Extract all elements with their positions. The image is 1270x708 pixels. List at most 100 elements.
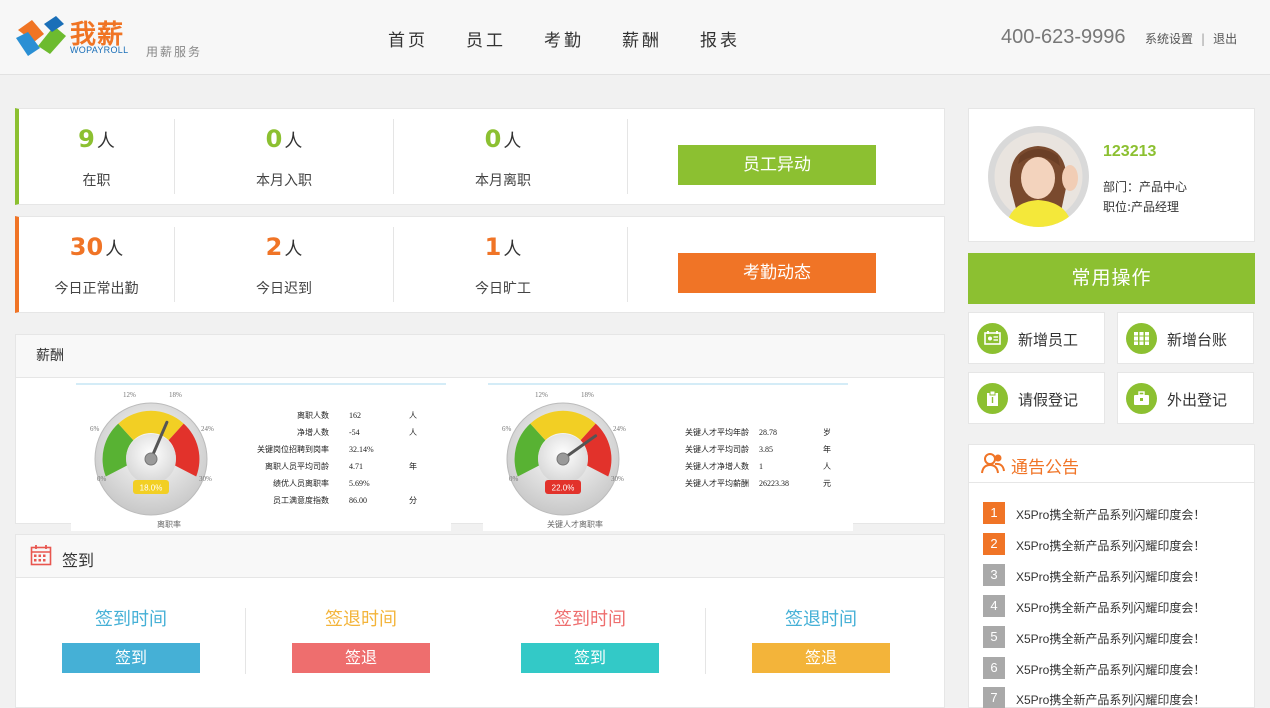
common-ops-title: 常用操作	[968, 253, 1255, 304]
gauge-tick: 24%	[201, 425, 214, 433]
outing-register-button[interactable]: 外出登记	[1117, 372, 1254, 424]
stats-value: 28.78	[759, 428, 777, 437]
notice-text: X5Pro携全新产品系列闪耀印度会！	[1016, 570, 1206, 584]
op-label: 外出登记	[1167, 391, 1228, 409]
stats-value: 4.71	[349, 462, 363, 471]
notice-index: 3	[983, 564, 1005, 586]
nav-report[interactable]: 报表	[700, 26, 740, 51]
circle-badge	[977, 323, 1008, 354]
sign-in-button[interactable]: 签到	[521, 643, 659, 673]
stats-key: 员工满意度指数	[273, 496, 329, 505]
stat-unit: 人	[284, 131, 303, 152]
notice-index: 1	[983, 502, 1005, 524]
salary-panel: 薪酬 18.0% 0% 6% 12% 18% 24% 30% 离职率 离职人数 …	[15, 334, 945, 531]
stats-value: 5.69%	[349, 479, 370, 488]
divider	[627, 119, 628, 194]
gauge-readout: 18.0%	[140, 484, 163, 493]
ledger-icon	[1134, 332, 1149, 345]
stat-label: 今日旷工	[475, 281, 531, 297]
notice-text: X5Pro携全新产品系列闪耀印度会！	[1016, 539, 1206, 553]
stats-unit: 岁	[823, 428, 831, 437]
circle-badge	[1126, 323, 1157, 354]
stats-key: 离职人员平均司龄	[265, 462, 329, 471]
notice-text: X5Pro携全新产品系列闪耀印度会！	[1016, 693, 1206, 707]
notice-title: 通告公告	[1011, 458, 1079, 478]
stat-label: 本月离职	[475, 173, 531, 189]
avatar[interactable]	[988, 126, 1089, 227]
circle-badge	[1126, 383, 1157, 414]
gauge-panel-topline	[488, 383, 848, 385]
stat-normal-attendance: 30 人 今日正常出勤	[19, 217, 174, 314]
gauge-tick: 0%	[509, 475, 519, 483]
main-nav: 首页 员工 考勤 薪酬 报表	[388, 26, 778, 51]
nav-attendance[interactable]: 考勤	[544, 26, 584, 51]
sign-time-label: 签到时间	[95, 609, 167, 630]
gauge-tick: 6%	[90, 425, 100, 433]
stats-row: 离职人员平均司龄 4.71 年	[223, 458, 443, 475]
logo-tagline: 用薪服务	[146, 45, 203, 59]
sign-item: 签到时间 签到	[510, 607, 670, 673]
sign-in-panel: 签到 签到时间 签到 签退时间 签退 签到时间 签到 签退时间 签退	[15, 534, 945, 708]
gauge-tick: 0%	[97, 475, 107, 483]
sign-panel-header: 签到	[16, 535, 944, 578]
stats-unit: 年	[823, 445, 831, 454]
stats-value: 86.00	[349, 496, 367, 505]
sign-time-label: 签退时间	[325, 609, 397, 630]
sign-out-button[interactable]: 签退	[292, 643, 430, 673]
stats-row: 绩优人员离职率 5.69%	[223, 475, 443, 492]
user-position: 职位:产品经理	[1103, 200, 1180, 214]
staff-change-button[interactable]: 员工异动	[678, 145, 876, 185]
stat-number: 1	[484, 233, 502, 261]
attendance-stats-card: 30 人 今日正常出勤 2人 今日迟到 1人 今日旷工 考勤动态	[15, 216, 945, 313]
header-links: 系统设置 | 退出	[1145, 30, 1237, 47]
add-employee-button[interactable]: 新增员工	[968, 312, 1105, 364]
stats-unit: 人	[409, 428, 417, 437]
stat-number: 9	[78, 125, 95, 153]
logout-link[interactable]: 退出	[1213, 32, 1237, 46]
stats-key: 关键人才平均司龄	[685, 445, 749, 454]
stats-row: 关键岗位招聘到岗率 32.14%	[223, 441, 443, 458]
nav-staff[interactable]: 员工	[466, 26, 506, 51]
stat-number: 2	[265, 233, 283, 261]
logo-mark-icon	[16, 16, 66, 56]
attendance-dynamics-button[interactable]: 考勤动态	[678, 253, 876, 293]
op-label: 请假登记	[1018, 391, 1079, 409]
stats-row: 员工满意度指数 86.00 分	[223, 492, 443, 509]
notice-text: X5Pro携全新产品系列闪耀印度会！	[1016, 601, 1206, 615]
stats-unit: 分	[409, 496, 417, 505]
header-separator: |	[1201, 32, 1206, 46]
op-label: 新增台账	[1167, 331, 1228, 349]
stats-key: 关键人才平均年龄	[685, 428, 749, 437]
stat-label: 本月入职	[256, 173, 312, 189]
stats-key: 净增人数	[297, 428, 329, 437]
stat-label: 在职	[82, 173, 111, 189]
divider	[245, 608, 246, 674]
gauge-readout: 22.0%	[552, 484, 575, 493]
stats-key: 关键人才净增人数	[685, 462, 749, 471]
notice-text: X5Pro携全新产品系列闪耀印度会！	[1016, 508, 1206, 522]
sign-time-label: 签到时间	[554, 609, 626, 630]
gauge-tick: 12%	[123, 391, 136, 399]
sign-out-button[interactable]: 签退	[752, 643, 890, 673]
nav-salary[interactable]: 薪酬	[622, 26, 662, 51]
stat-label: 今日正常出勤	[54, 281, 139, 297]
add-ledger-button[interactable]: 新增台账	[1117, 312, 1254, 364]
gauge-tick: 18%	[581, 391, 594, 399]
top-header: 我薪 WOPAYROLL 用薪服务 首页 员工 考勤 薪酬 报表 400-623…	[0, 0, 1270, 75]
nav-home[interactable]: 首页	[388, 26, 428, 51]
stats-value: -54	[349, 428, 360, 437]
settings-link[interactable]: 系统设置	[1145, 32, 1193, 46]
sign-panel-title: 签到	[62, 551, 95, 570]
stats-value: 32.14%	[349, 445, 374, 454]
stat-joined-month: 0人 本月入职	[175, 109, 393, 206]
leave-register-button[interactable]: 请假登记	[968, 372, 1105, 424]
circle-badge	[977, 383, 1008, 414]
sign-in-button[interactable]: 签到	[62, 643, 200, 673]
notice-header: 通告公告	[969, 445, 1254, 483]
profile-card: 123213 部门：产品中心 职位:产品经理	[968, 108, 1255, 242]
stat-number: 0	[484, 125, 502, 153]
stats-value: 162	[349, 411, 361, 420]
sign-item: 签到时间 签到	[51, 607, 211, 673]
calendar-icon	[30, 545, 52, 566]
turnover-stats-list: 离职人数 162 人 净增人数 -54 人 关键岗位招聘到岗率 32.14% 离职人员平均…	[223, 407, 443, 509]
